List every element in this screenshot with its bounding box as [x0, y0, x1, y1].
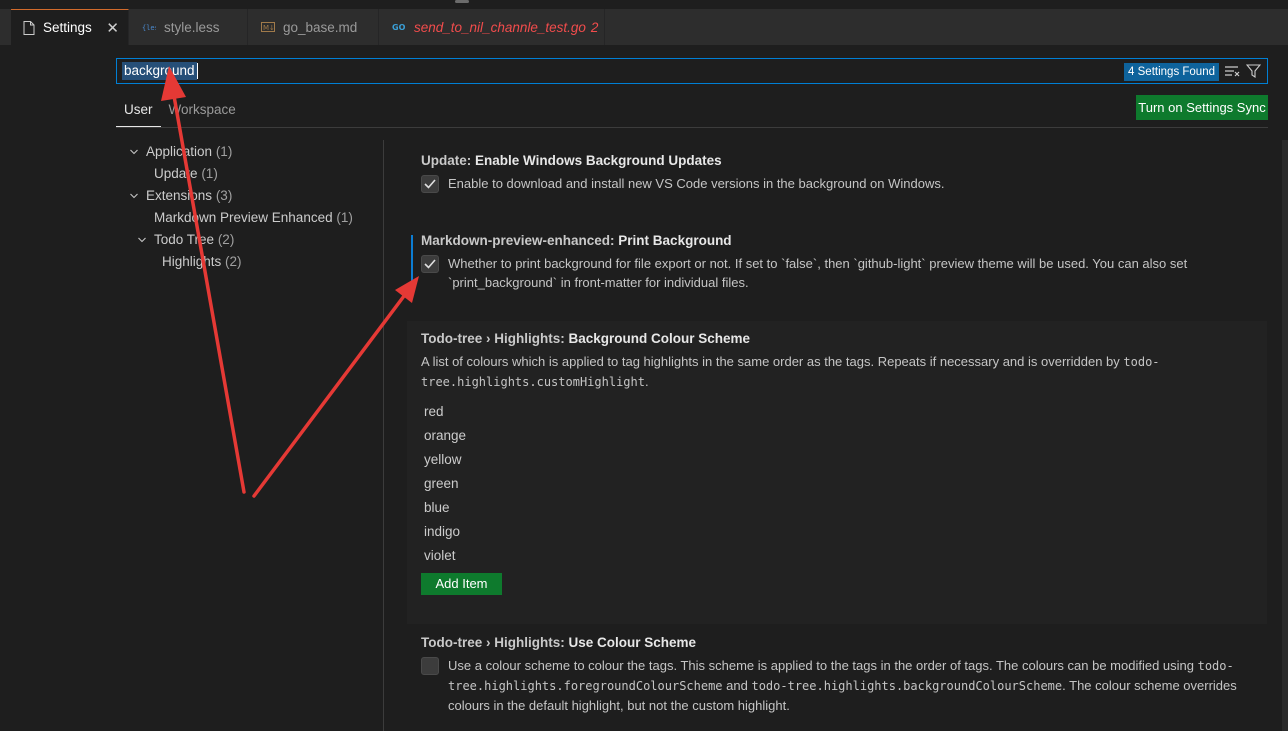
setting-name: Print Background — [618, 233, 732, 248]
toc-item-update[interactable]: Update (1) — [120, 163, 380, 185]
svg-text:M↓: M↓ — [263, 24, 275, 32]
toc-label: Todo Tree — [154, 232, 215, 247]
setting-name: Use Colour Scheme — [568, 635, 697, 650]
problem-count: 2 — [590, 19, 599, 35]
tab-send-to-nil-test-go[interactable]: GO send_to_nil_channle_test.go 2 — [380, 9, 605, 45]
setting-update-windows-background-updates: Update: Enable Windows Background Update… — [407, 151, 1267, 193]
svg-text:{less}: {less} — [142, 24, 156, 32]
setting-checkbox-row: Enable to download and install new VS Co… — [421, 174, 1267, 193]
list-item[interactable]: violet — [421, 544, 1267, 568]
setting-description: Enable to download and install new VS Co… — [448, 176, 945, 191]
toc-item-highlights[interactable]: Highlights (2) — [120, 251, 380, 273]
description-text: Use a colour scheme to colour the tags. … — [448, 658, 1198, 673]
search-value: background — [122, 62, 197, 80]
setting-todo-tree-use-colour-scheme: Todo-tree › Highlights: Use Colour Schem… — [407, 633, 1267, 715]
toc-item-todo-tree[interactable]: Todo Tree (2) — [120, 229, 380, 251]
toc-item-application[interactable]: Application (1) — [120, 141, 380, 163]
svg-text:GO: GO — [392, 23, 406, 32]
toc-count: (1) — [336, 210, 353, 225]
list-item[interactable]: blue — [421, 496, 1267, 520]
tab-style-less[interactable]: {less} style.less — [130, 9, 248, 45]
setting-name: Enable Windows Background Updates — [475, 153, 722, 168]
setting-category: Todo-tree › Highlights: — [421, 331, 569, 346]
setting-checkbox[interactable] — [421, 255, 439, 273]
toc-label: Update — [154, 166, 198, 181]
setting-title: Todo-tree › Highlights: Background Colou… — [421, 329, 1267, 349]
results-count-badge: 4 Settings Found — [1124, 63, 1219, 81]
filter-icon[interactable] — [1246, 64, 1261, 78]
editor-tab-bar: Settings ✕ {less} style.less M↓ go_base.… — [0, 9, 1288, 45]
setting-description: A list of colours which is applied to ta… — [421, 352, 1171, 392]
colour-list: red orange yellow green blue indigo viol… — [421, 400, 1267, 568]
toc-count: (2) — [217, 232, 235, 247]
tab-label: go_base.md — [283, 19, 358, 35]
tab-settings[interactable]: Settings ✕ — [11, 9, 129, 45]
setting-checkbox-row: Use a colour scheme to colour the tags. … — [421, 656, 1251, 715]
setting-title: Update: Enable Windows Background Update… — [421, 151, 1267, 171]
toc-label: Application — [146, 144, 213, 159]
checkmark-icon — [424, 259, 436, 269]
setting-category: Update: — [421, 153, 475, 168]
toc-count: (2) — [225, 254, 242, 269]
tab-workspace[interactable]: Workspace — [161, 97, 244, 127]
tab-label: style.less — [164, 19, 220, 35]
description-code: todo-tree.highlights.backgroundColourSch… — [751, 679, 1063, 693]
settings-scope-tabs: User Workspace — [116, 97, 244, 127]
chevron-down-icon — [130, 193, 138, 199]
setting-todo-tree-background-colour-scheme: Todo-tree › Highlights: Background Colou… — [407, 321, 1267, 624]
setting-title: Todo-tree › Highlights: Use Colour Schem… — [421, 633, 1267, 653]
toc-item-markdown-preview-enhanced[interactable]: Markdown Preview Enhanced (1) — [120, 207, 380, 229]
checkmark-icon — [424, 179, 436, 189]
setting-description: Use a colour scheme to colour the tags. … — [448, 656, 1251, 715]
list-item[interactable]: indigo — [421, 520, 1267, 544]
chevron-down-icon — [138, 237, 146, 243]
list-item[interactable]: orange — [421, 424, 1267, 448]
toc-label: Highlights — [162, 254, 222, 269]
description-text: and — [722, 678, 752, 693]
clear-filter-icon[interactable] — [1224, 64, 1240, 78]
settings-editor: background 4 Settings Found User Workspa… — [0, 45, 1288, 731]
setting-markdown-print-background: Markdown-preview-enhanced: Print Backgro… — [407, 231, 1267, 292]
list-item[interactable]: red — [421, 400, 1267, 424]
toc-count: (1) — [201, 166, 218, 181]
window-indicator — [455, 0, 469, 3]
close-icon[interactable]: ✕ — [106, 19, 119, 37]
chevron-down-icon — [130, 149, 138, 155]
add-item-button[interactable]: Add Item — [421, 573, 502, 595]
title-strip — [0, 0, 1288, 9]
tab-label: send_to_nil_channle_test.go — [414, 19, 586, 35]
setting-category: Todo-tree › Highlights: — [421, 635, 569, 650]
list-item[interactable]: green — [421, 472, 1267, 496]
settings-toc: Application (1) Update (1) Extensions (3… — [120, 141, 380, 273]
setting-checkbox-row: Whether to print background for file exp… — [421, 254, 1221, 292]
settings-scrollbar[interactable] — [1282, 140, 1288, 731]
go-file-icon: GO — [392, 22, 406, 32]
markdown-file-icon: M↓ — [261, 22, 275, 32]
description-text: . — [644, 374, 649, 389]
turn-on-settings-sync-button[interactable]: Turn on Settings Sync — [1136, 95, 1268, 120]
setting-checkbox[interactable] — [421, 175, 439, 193]
setting-category: Markdown-preview-enhanced: — [421, 233, 619, 248]
tab-go-base-md[interactable]: M↓ go_base.md — [249, 9, 379, 45]
setting-title: Markdown-preview-enhanced: Print Backgro… — [421, 231, 1267, 251]
tab-label: Settings — [43, 20, 92, 35]
settings-search-input[interactable]: background 4 Settings Found — [116, 58, 1268, 84]
description-text: A list of colours which is applied to ta… — [421, 354, 1124, 369]
setting-description: Whether to print background for file exp… — [448, 256, 1188, 290]
tab-user[interactable]: User — [116, 97, 161, 127]
text-cursor — [196, 63, 198, 79]
toc-label: Markdown Preview Enhanced — [154, 210, 333, 225]
list-item[interactable]: yellow — [421, 448, 1267, 472]
toc-count: (3) — [215, 188, 233, 203]
less-file-icon: {less} — [142, 22, 156, 32]
toc-item-extensions[interactable]: Extensions (3) — [120, 185, 380, 207]
toc-sash[interactable] — [383, 140, 384, 731]
file-icon — [23, 20, 35, 35]
setting-name: Background Colour Scheme — [568, 331, 751, 346]
toc-label: Extensions — [146, 188, 213, 203]
header-divider — [116, 127, 1268, 128]
toc-count: (1) — [215, 144, 233, 159]
setting-checkbox[interactable] — [421, 657, 439, 675]
